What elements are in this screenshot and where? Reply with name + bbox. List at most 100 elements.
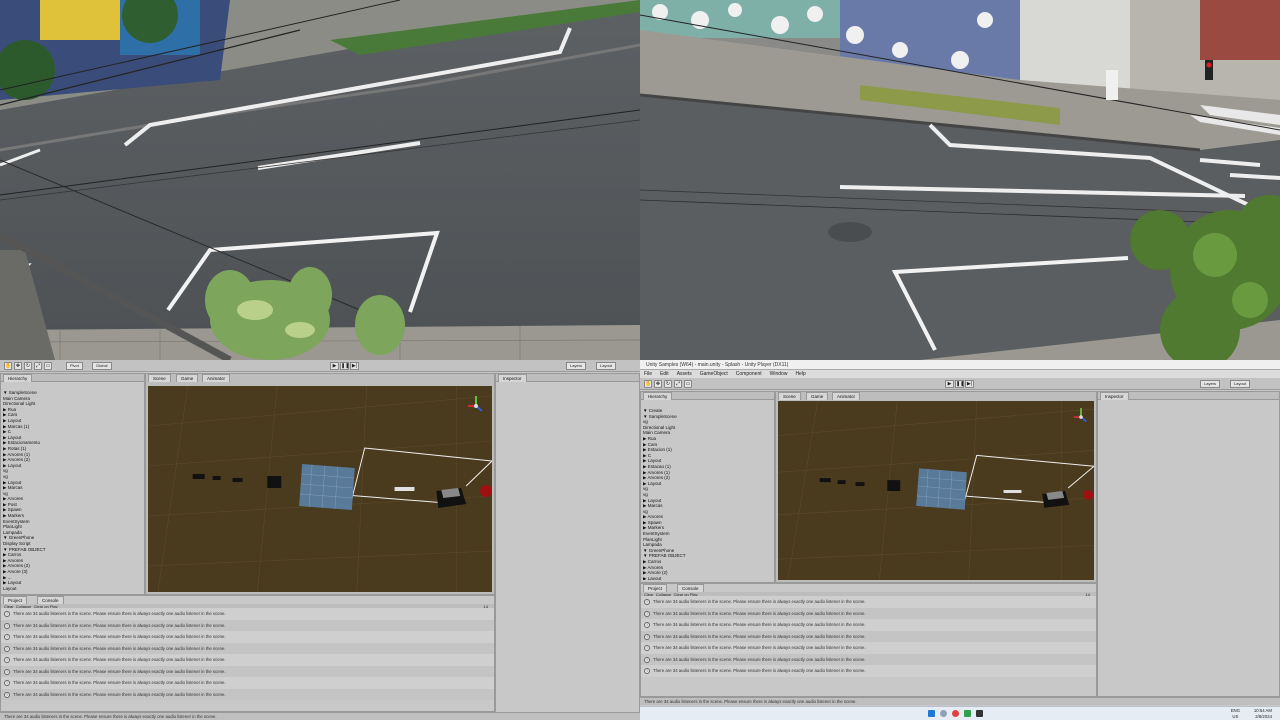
- scene-3d-view: [778, 401, 1094, 580]
- scene-viewport[interactable]: [148, 386, 492, 592]
- app-icon[interactable]: [964, 710, 971, 717]
- console-log-row[interactable]: ! There are 34 audio listeners in the sce…: [1, 631, 494, 643]
- windows-start-icon[interactable]: [928, 710, 935, 717]
- tab-hierarchy[interactable]: Hierarchy: [643, 392, 673, 400]
- clock-date: 2/8/2024: [1255, 713, 1272, 719]
- scene-gizmo-icon[interactable]: [1072, 406, 1090, 430]
- step-icon[interactable]: ▶|: [965, 380, 974, 388]
- console-log-row[interactable]: ! There are 34 audio listeners in the sce…: [641, 607, 1096, 619]
- move-tool-icon[interactable]: ✥: [14, 362, 22, 370]
- hierarchy-item[interactable]: Layout: [3, 586, 142, 592]
- tab-project[interactable]: Project: [3, 596, 28, 604]
- camera-feed-right: [640, 0, 1280, 360]
- layers-dropdown[interactable]: Layers: [566, 362, 587, 370]
- language-indicator[interactable]: ENG US: [1231, 708, 1240, 719]
- console-log-row[interactable]: ! There are 34 audio listeners in the sce…: [1, 677, 494, 689]
- tab-animator[interactable]: Animator: [202, 374, 231, 382]
- language-label: ENG: [1230, 708, 1240, 713]
- info-icon: !: [644, 668, 650, 674]
- console-log-row[interactable]: ! There are 34 audio listeners in the sce…: [1, 619, 494, 631]
- info-icon: !: [4, 680, 10, 686]
- tab-hierarchy[interactable]: Hierarchy: [3, 374, 33, 382]
- tab-console[interactable]: Console: [677, 584, 704, 592]
- hierarchy-panel: Hierarchy ▼ Create ▼ SampleScene vg Direc…: [640, 391, 775, 583]
- tab-game[interactable]: Game: [176, 374, 199, 382]
- console-log-list[interactable]: ! There are 34 audio listeners in the sce…: [641, 596, 1096, 696]
- tab-project[interactable]: Project: [643, 584, 668, 592]
- console-log-row[interactable]: ! There are 34 audio listeners in the sce…: [1, 642, 494, 654]
- console-log-row[interactable]: ! There are 34 audio listeners in the sce…: [1, 688, 494, 700]
- console-log-row[interactable]: ! There are 34 audio listeners in the sce…: [641, 665, 1096, 677]
- tab-console[interactable]: Console: [37, 596, 64, 604]
- menu-item[interactable]: Component: [736, 370, 762, 378]
- pivot-toggle[interactable]: Pivot: [66, 362, 83, 370]
- rotate-tool-icon[interactable]: ↻: [664, 380, 672, 388]
- scene-3d-view: [148, 386, 492, 592]
- menu-item[interactable]: Assets: [677, 370, 692, 378]
- hand-tool-icon[interactable]: ✋: [4, 362, 12, 370]
- menu-item[interactable]: Window: [770, 370, 788, 378]
- pause-icon[interactable]: ❚❚: [955, 380, 964, 388]
- hand-tool-icon[interactable]: ✋: [644, 380, 652, 388]
- scene-viewport[interactable]: [778, 401, 1094, 580]
- unity-editor-right: Unity Samples (W64) - main.unity - Splas…: [640, 360, 1280, 720]
- console-log-list[interactable]: ! There are 34 audio listeners in the sce…: [1, 608, 494, 711]
- console-log-text: There are 34 audio listeners in the scen…: [653, 610, 866, 616]
- menu-item[interactable]: Edit: [660, 370, 669, 378]
- unity-icon[interactable]: [976, 710, 983, 717]
- layers-dropdown[interactable]: Layers: [1200, 380, 1221, 388]
- console-log-row[interactable]: ! There are 34 audio listeners in the sce…: [641, 619, 1096, 631]
- console-log-row[interactable]: ! There are 34 audio listeners in the sce…: [641, 630, 1096, 642]
- scale-tool-icon[interactable]: ⤢: [674, 380, 682, 388]
- play-icon[interactable]: ▶: [330, 362, 339, 370]
- pause-icon[interactable]: ❚❚: [340, 362, 349, 370]
- rect-tool-icon[interactable]: ▭: [44, 362, 52, 370]
- browser-icon[interactable]: [952, 710, 959, 717]
- console-log-row[interactable]: ! There are 34 audio listeners in the sce…: [641, 642, 1096, 654]
- console-log-text: There are 34 audio listeners in the scen…: [13, 657, 226, 662]
- taskbar-clock[interactable]: 10:54 AM 2/8/2024: [1254, 708, 1272, 719]
- street-view-left: [0, 0, 640, 360]
- play-controls: ▶ ❚❚ ▶|: [945, 380, 974, 388]
- console-panel: Project Console Clear Collapse Clear on …: [0, 595, 495, 712]
- console-log-text: There are 34 audio listeners in the scen…: [13, 668, 226, 674]
- global-toggle[interactable]: Global: [92, 362, 112, 370]
- console-log-row[interactable]: ! There are 34 audio listeners in the sce…: [1, 608, 494, 620]
- tab-inspector[interactable]: Inspector: [1100, 392, 1129, 400]
- step-icon[interactable]: ▶|: [350, 362, 359, 370]
- console-log-row[interactable]: ! There are 34 audio listeners in the sce…: [1, 665, 494, 677]
- layout-dropdown[interactable]: Layout: [1230, 380, 1251, 388]
- console-log-text: There are 34 audio listeners in the scen…: [13, 691, 226, 697]
- hierarchy-list[interactable]: ▼ SampleScene Main Camera Directional Li…: [3, 390, 142, 592]
- hierarchy-item[interactable]: ▶ Layout: [643, 576, 772, 580]
- menu-item[interactable]: Help: [795, 370, 805, 378]
- main-toolbar: ✋ ✥ ↻ ⤢ ▭ Pivot Global ▶ ❚❚ ▶| Layers La…: [0, 360, 640, 372]
- rect-tool-icon[interactable]: ▭: [684, 380, 692, 388]
- menu-item[interactable]: File: [644, 370, 652, 378]
- unity-editor-left: ✋ ✥ ↻ ⤢ ▭ Pivot Global ▶ ❚❚ ▶| Layers La…: [0, 360, 640, 720]
- rotate-tool-icon[interactable]: ↻: [24, 362, 32, 370]
- console-log-row[interactable]: ! There are 34 audio listeners in the sce…: [641, 653, 1096, 665]
- scale-tool-icon[interactable]: ⤢: [34, 362, 42, 370]
- layout-dropdown[interactable]: Layout: [596, 362, 617, 370]
- clock-time: 10:54 AM: [1253, 708, 1272, 713]
- info-icon: !: [644, 610, 650, 617]
- tab-scene[interactable]: Scene: [778, 392, 801, 400]
- tab-game[interactable]: Game: [806, 392, 829, 400]
- hierarchy-list[interactable]: ▼ Create ▼ SampleScene vg Directional Lig…: [643, 408, 772, 580]
- console-log-text: There are 34 audio listeners in the scen…: [653, 645, 866, 650]
- search-icon[interactable]: [940, 710, 947, 717]
- tab-scene[interactable]: Scene: [148, 374, 171, 382]
- tab-inspector[interactable]: Inspector: [498, 374, 527, 382]
- menu-item[interactable]: GameObject: [700, 370, 728, 378]
- console-log-text: There are 34 audio listeners in the scen…: [653, 668, 866, 673]
- info-icon: !: [644, 645, 650, 651]
- scene-gizmo-icon[interactable]: [466, 394, 486, 420]
- console-log-row[interactable]: ! There are 34 audio listeners in the sce…: [1, 654, 494, 666]
- console-log-text: There are 34 audio listeners in the scen…: [13, 634, 226, 639]
- play-icon[interactable]: ▶: [945, 380, 954, 388]
- console-log-text: There are 34 audio listeners in the scen…: [653, 633, 866, 639]
- move-tool-icon[interactable]: ✥: [654, 380, 662, 388]
- console-log-row[interactable]: ! There are 34 audio listeners in the sce…: [641, 596, 1096, 608]
- tab-animator[interactable]: Animator: [832, 392, 861, 400]
